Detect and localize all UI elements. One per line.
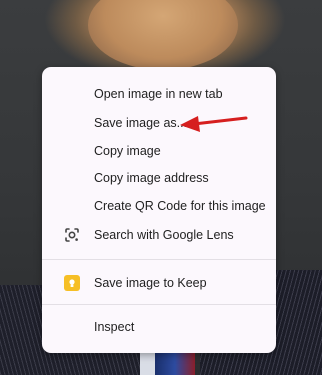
menu-item-label: Copy image address [94, 171, 209, 185]
screenshot-stage: Open image in new tab Save image as... C… [0, 0, 322, 375]
menu-item-search-google-lens[interactable]: Search with Google Lens [42, 221, 276, 249]
red-arrow-annotation [180, 116, 248, 132]
menu-item-copy-image[interactable]: Copy image [42, 137, 276, 165]
menu-separator [42, 259, 276, 260]
menu-separator [42, 304, 276, 305]
menu-item-label: Inspect [94, 320, 135, 334]
google-keep-icon [64, 275, 80, 291]
google-lens-icon [64, 227, 80, 243]
image-context-menu: Open image in new tab Save image as... C… [42, 67, 276, 353]
menu-item-copy-image-address[interactable]: Copy image address [42, 164, 276, 192]
menu-item-label: Save image to Keep [94, 276, 207, 290]
menu-item-inspect[interactable]: Inspect [42, 313, 276, 341]
menu-item-label: Copy image [94, 144, 161, 158]
menu-item-save-to-keep[interactable]: Save image to Keep [42, 269, 276, 297]
menu-item-open-image-new-tab[interactable]: Open image in new tab [42, 80, 276, 108]
menu-item-label: Create QR Code for this image [94, 199, 266, 213]
menu-item-create-qr-code[interactable]: Create QR Code for this image [42, 192, 276, 220]
menu-item-label: Search with Google Lens [94, 228, 234, 242]
menu-item-label: Open image in new tab [94, 87, 223, 101]
menu-item-label: Save image as... [94, 116, 188, 130]
